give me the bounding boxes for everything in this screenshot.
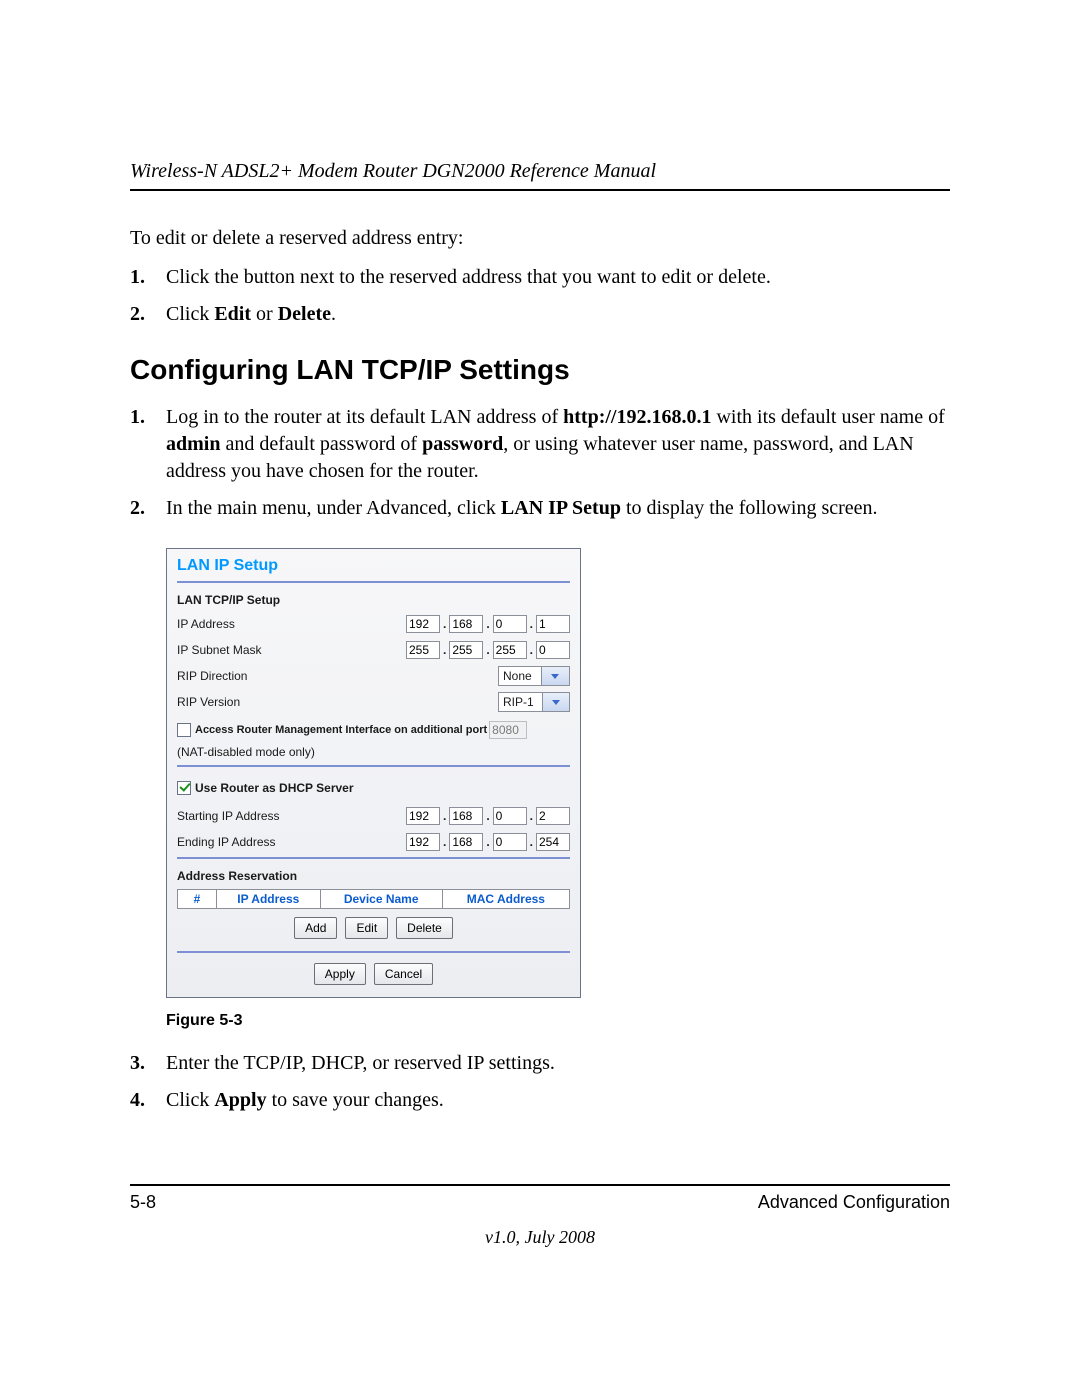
- ip-octet-1[interactable]: [406, 615, 440, 633]
- step-text: Enter the TCP/IP, DHCP, or reserved IP s…: [166, 1050, 950, 1077]
- edit-delete-steps: 1. Click the button next to the reserved…: [130, 264, 950, 328]
- step-number: 1.: [130, 264, 166, 291]
- page-footer: 5-8 Advanced Configuration: [130, 1184, 950, 1213]
- ip-address-label: IP Address: [177, 617, 406, 631]
- access-port-label: Access Router Management Interface on ad…: [195, 724, 487, 736]
- cancel-button[interactable]: Cancel: [374, 963, 433, 985]
- start-octet-1[interactable]: [406, 807, 440, 825]
- lan-tcpip-section-label: LAN TCP/IP Setup: [177, 593, 570, 607]
- col-number: #: [178, 890, 217, 909]
- ip-address-field: . . .: [406, 615, 570, 633]
- running-header: Wireless-N ADSL2+ Modem Router DGN2000 R…: [130, 160, 950, 191]
- subnet-mask-field: . . .: [406, 641, 570, 659]
- step-text: Click Apply to save your changes.: [166, 1087, 950, 1114]
- nat-disabled-note: (NAT-disabled mode only): [177, 745, 570, 759]
- access-port-checkbox[interactable]: [177, 723, 191, 737]
- mask-octet-2[interactable]: [449, 641, 483, 659]
- rip-version-label: RIP Version: [177, 695, 498, 709]
- figure-caption: Figure 5-3: [166, 1012, 950, 1030]
- address-reservation-table: # IP Address Device Name MAC Address: [177, 889, 570, 909]
- ip-octet-3[interactable]: [493, 615, 527, 633]
- lan-ip-setup-panel: LAN IP Setup LAN TCP/IP Setup IP Address…: [166, 548, 581, 998]
- end-octet-3[interactable]: [493, 833, 527, 851]
- add-button[interactable]: Add: [294, 917, 337, 939]
- configure-steps-top: 1. Log in to the router at its default L…: [130, 404, 950, 522]
- divider: [177, 951, 570, 953]
- configure-steps-bottom: 3. Enter the TCP/IP, DHCP, or reserved I…: [130, 1050, 950, 1114]
- mask-octet-1[interactable]: [406, 641, 440, 659]
- end-octet-1[interactable]: [406, 833, 440, 851]
- start-ip-field: . . .: [406, 807, 570, 825]
- step-number: 3.: [130, 1050, 166, 1077]
- mask-octet-3[interactable]: [493, 641, 527, 659]
- dhcp-server-checkbox[interactable]: [177, 781, 191, 795]
- col-device-name: Device Name: [320, 890, 442, 909]
- divider: [177, 581, 570, 583]
- step-number: 2.: [130, 495, 166, 522]
- intro-text: To edit or delete a reserved address ent…: [130, 227, 950, 250]
- step-text: Click Edit or Delete.: [166, 301, 950, 328]
- start-octet-3[interactable]: [493, 807, 527, 825]
- section-heading: Configuring LAN TCP/IP Settings: [130, 354, 950, 386]
- mask-octet-4[interactable]: [536, 641, 570, 659]
- end-octet-2[interactable]: [449, 833, 483, 851]
- step-text: Click the button next to the reserved ad…: [166, 264, 950, 291]
- rip-version-value: RIP-1: [503, 695, 542, 709]
- col-mac-address: MAC Address: [442, 890, 569, 909]
- step-number: 4.: [130, 1087, 166, 1114]
- apply-button[interactable]: Apply: [314, 963, 366, 985]
- start-octet-2[interactable]: [449, 807, 483, 825]
- ip-octet-2[interactable]: [449, 615, 483, 633]
- page-number: 5-8: [130, 1192, 156, 1213]
- edit-button[interactable]: Edit: [345, 917, 388, 939]
- delete-button[interactable]: Delete: [396, 917, 453, 939]
- start-octet-4[interactable]: [536, 807, 570, 825]
- step-number: 1.: [130, 404, 166, 485]
- step-text: In the main menu, under Advanced, click …: [166, 495, 950, 522]
- step-text: Log in to the router at its default LAN …: [166, 404, 950, 485]
- chevron-down-icon[interactable]: [541, 667, 569, 685]
- start-ip-label: Starting IP Address: [177, 809, 406, 823]
- ip-octet-4[interactable]: [536, 615, 570, 633]
- router-ui-figure: LAN IP Setup LAN TCP/IP Setup IP Address…: [166, 548, 950, 998]
- end-octet-4[interactable]: [536, 833, 570, 851]
- end-ip-label: Ending IP Address: [177, 835, 406, 849]
- footer-version: v1.0, July 2008: [130, 1227, 950, 1248]
- access-port-input: [489, 721, 527, 739]
- col-ip-address: IP Address: [217, 890, 321, 909]
- step-number: 2.: [130, 301, 166, 328]
- rip-direction-select[interactable]: None: [498, 666, 570, 686]
- chevron-down-icon[interactable]: [542, 693, 569, 711]
- divider: [177, 857, 570, 859]
- subnet-mask-label: IP Subnet Mask: [177, 643, 406, 657]
- footer-section: Advanced Configuration: [758, 1192, 950, 1213]
- address-reservation-label: Address Reservation: [177, 869, 570, 883]
- dhcp-server-label: Use Router as DHCP Server: [195, 781, 354, 795]
- end-ip-field: . . .: [406, 833, 570, 851]
- panel-title: LAN IP Setup: [177, 557, 570, 575]
- rip-version-select[interactable]: RIP-1: [498, 692, 570, 712]
- rip-direction-value: None: [503, 669, 541, 683]
- rip-direction-label: RIP Direction: [177, 669, 498, 683]
- divider: [177, 765, 570, 767]
